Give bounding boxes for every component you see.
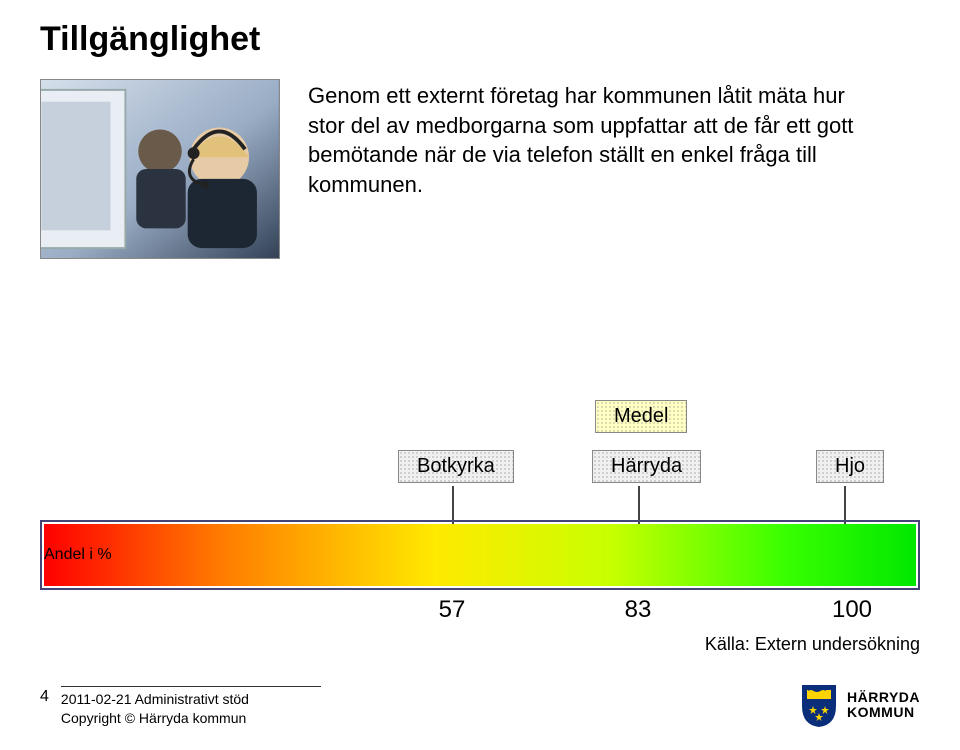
logo: HÄRRYDA KOMMUN (799, 682, 920, 728)
value-row: 57 83 100 (40, 590, 920, 624)
chart-labels: Medel Botkyrka Härryda Hjo (40, 390, 920, 520)
footer-meta: 2011-02-21 Administrativt stöd Copyright… (61, 686, 321, 728)
photo-callcenter (40, 79, 280, 259)
value-100: 100 (832, 596, 872, 624)
value-57: 57 (439, 596, 466, 624)
footer-line1: 2011-02-21 Administrativt stöd (61, 690, 321, 709)
logo-line1: HÄRRYDA (847, 690, 920, 705)
chart: Medel Botkyrka Härryda Hjo Andel i % 57 … (40, 390, 920, 624)
callcenter-image-icon (41, 80, 279, 258)
label-hjo: Hjo (816, 450, 884, 483)
label-harryda: Härryda (592, 450, 701, 483)
logo-line2: KOMMUN (847, 705, 920, 720)
gradient-fill (44, 524, 916, 586)
page-number: 4 (40, 686, 49, 706)
footer-left: 4 2011-02-21 Administrativt stöd Copyrig… (40, 686, 321, 728)
gradient-bar: Andel i % (40, 520, 920, 590)
page-title: Tillgänglighet (40, 20, 920, 59)
value-83: 83 (625, 596, 652, 624)
footer: 4 2011-02-21 Administrativt stöd Copyrig… (40, 682, 920, 728)
content-row: Genom ett externt företag har kommunen l… (40, 79, 920, 259)
slide: Tillgänglighet (0, 0, 960, 750)
label-medel: Medel (595, 400, 687, 433)
shield-icon (799, 682, 839, 728)
source-text: Källa: Extern undersökning (705, 634, 920, 655)
label-botkyrka: Botkyrka (398, 450, 514, 483)
description-text: Genom ett externt företag har kommunen l… (308, 79, 868, 259)
logo-text: HÄRRYDA KOMMUN (847, 690, 920, 719)
footer-line2: Copyright © Härryda kommun (61, 709, 321, 728)
axis-label: Andel i % (40, 546, 112, 564)
